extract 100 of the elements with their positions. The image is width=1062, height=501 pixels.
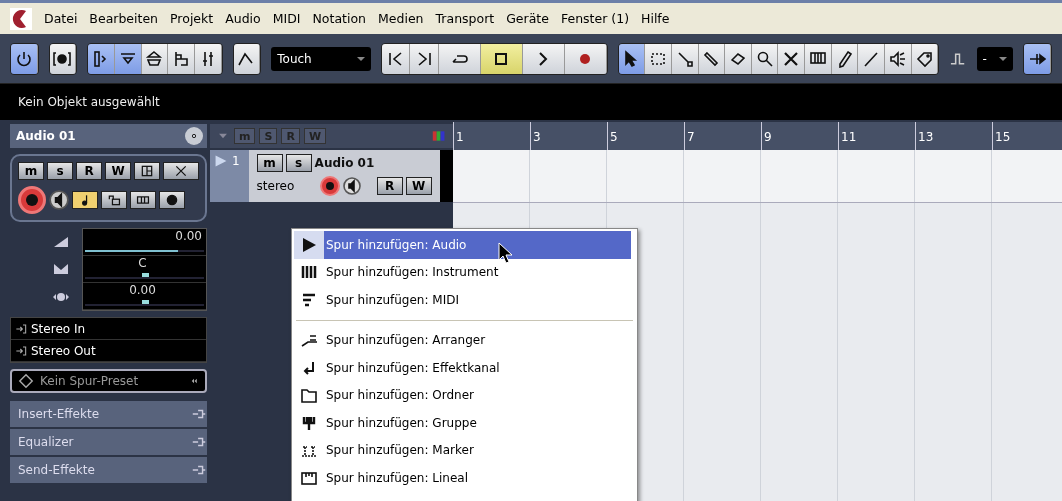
track-toggle-button[interactable]: R	[376, 177, 403, 195]
toolbar-button[interactable]	[618, 43, 646, 74]
snap-button[interactable]	[1024, 43, 1051, 74]
toolbar-button[interactable]	[805, 43, 832, 74]
toggle-button[interactable]	[130, 191, 156, 209]
toolbar-button[interactable]	[725, 43, 752, 74]
routing-label[interactable]: Stereo In	[31, 321, 86, 336]
record-enable-button[interactable]	[18, 186, 46, 214]
menu-item[interactable]: Hilfe	[635, 11, 676, 26]
menu-item[interactable]: MIDI	[266, 11, 307, 26]
toggle-button[interactable]: W	[105, 162, 131, 180]
slider-thumb[interactable]	[141, 300, 149, 304]
toggle-button[interactable]	[163, 162, 199, 180]
menu-option[interactable]: Spur hinzufügen: MIDI	[324, 286, 631, 314]
menu-item[interactable]: Bearbeiten	[83, 11, 165, 26]
info-line-text: Kein Objekt ausgewählt	[18, 95, 160, 109]
menu-item[interactable]: Fenster (1)	[554, 11, 635, 26]
menu-option[interactable]: Spur hinzufügen: Ordner	[324, 381, 631, 409]
ruler-number: 11	[841, 130, 857, 144]
toolbar-button[interactable]	[480, 43, 523, 74]
menu-item[interactable]: Transport	[429, 11, 501, 26]
quantize-dropdown[interactable]: -	[976, 46, 1014, 71]
menu-option[interactable]: Spur hinzufügen: Audio	[324, 231, 631, 259]
toolbar-button[interactable]	[751, 43, 779, 74]
section-header[interactable]: Send-Effekte	[10, 457, 207, 483]
menu-option[interactable]: Spur hinzufügen: Effektkanal	[324, 354, 631, 382]
toolbar-button[interactable]	[194, 43, 222, 74]
toolbar-button[interactable]	[410, 43, 439, 74]
toolbar-button[interactable]	[439, 43, 481, 74]
menu-option[interactable]: Spur hinzufügen: Instrument	[324, 258, 631, 286]
timeline-ruler[interactable]: 1 3 5 7 9 11 13 15	[453, 122, 1062, 150]
toolbar-button[interactable]	[645, 43, 672, 74]
folder-icon	[300, 386, 318, 405]
input-icon	[15, 322, 27, 335]
track-toggle-button[interactable]: s	[285, 154, 312, 172]
rewind-icon	[189, 376, 199, 386]
color-icon	[431, 129, 447, 143]
diamond-icon	[18, 373, 34, 389]
toolbar-button[interactable]	[168, 43, 195, 74]
toolbar-button[interactable]	[831, 43, 859, 74]
edit-icon	[189, 131, 199, 141]
section-header[interactable]: Equalizer	[10, 429, 207, 455]
lock-icon	[107, 193, 121, 207]
toolbar-button[interactable]	[885, 43, 912, 74]
speaker-icon	[342, 177, 361, 195]
menu-item[interactable]: Datei	[38, 11, 84, 26]
toolbar-button[interactable]	[381, 43, 411, 74]
menu-option[interactable]: Spur hinzufügen: Lineal	[324, 464, 631, 492]
mouse-cursor-icon	[498, 242, 514, 264]
edit-button[interactable]	[185, 127, 203, 145]
toggle-button[interactable]	[72, 191, 98, 209]
ruler-number: 7	[687, 130, 695, 144]
track-number: 1	[232, 154, 240, 168]
layout-icon	[140, 164, 154, 178]
scissors-icon	[675, 49, 694, 68]
toolbar-button[interactable]	[114, 43, 142, 74]
toggle-button[interactable]: s	[47, 162, 73, 180]
toolbar-button[interactable]	[911, 43, 939, 74]
track-title: Audio 01	[16, 129, 76, 143]
toolbar-button[interactable]	[671, 43, 699, 74]
toolbar-button[interactable]	[11, 43, 38, 74]
toolbar-button[interactable]	[141, 43, 169, 74]
automation-mode-dropdown[interactable]: Touch	[271, 46, 371, 71]
menu-option[interactable]: Spur hinzufügen: Marker	[324, 436, 631, 464]
zoom-icon	[755, 49, 774, 68]
track-channel: stereo	[256, 179, 296, 193]
toggle-button[interactable]	[101, 191, 127, 209]
toolbar-button[interactable]	[88, 43, 115, 74]
lanes-icon	[136, 193, 150, 207]
meter-reading: 0.00	[175, 229, 202, 243]
toggle-button[interactable]	[159, 191, 185, 209]
record-enable-button[interactable]	[319, 176, 340, 196]
toggle-button[interactable]: R	[76, 162, 102, 180]
section-header[interactable]: Insert-Effekte	[10, 401, 207, 427]
slider-thumb[interactable]	[141, 273, 149, 277]
track-toggle-button[interactable]: m	[256, 154, 283, 172]
routing-label[interactable]: Stereo Out	[31, 343, 96, 358]
preset-selector[interactable]: Kein Spur-Preset	[10, 369, 207, 393]
ruler-number: 15	[995, 130, 1011, 144]
toolbar-button[interactable]	[858, 43, 886, 74]
toolbar-button[interactable]	[564, 43, 607, 74]
track-toggle-button[interactable]: W	[405, 177, 432, 195]
toolbar-button[interactable]	[233, 43, 261, 74]
menu-option[interactable]: Spur hinzufügen: Arranger	[324, 326, 631, 354]
menu-item[interactable]: Notation	[306, 11, 373, 26]
menu-option[interactable]: Spur hinzufügen: Gruppe	[324, 409, 631, 437]
menu-item[interactable]: Audio	[219, 11, 267, 26]
toggle-button[interactable]: m	[18, 162, 44, 180]
toggle-button[interactable]	[134, 162, 160, 180]
toolbar-button[interactable]	[698, 43, 726, 74]
track-name: Audio 01	[314, 156, 375, 170]
toolbar-button[interactable]	[778, 43, 806, 74]
track-header[interactable]: m s Audio 01 stereo R W	[248, 150, 440, 202]
toolbar-button[interactable]	[49, 43, 77, 74]
meter-reading: C	[138, 256, 147, 270]
menu-item[interactable]: Geräte	[500, 11, 555, 26]
toolbar-button[interactable]	[522, 43, 565, 74]
play-triangle-icon	[300, 235, 318, 254]
menu-item[interactable]: Projekt	[164, 11, 220, 26]
menu-item[interactable]: Medien	[372, 11, 430, 26]
